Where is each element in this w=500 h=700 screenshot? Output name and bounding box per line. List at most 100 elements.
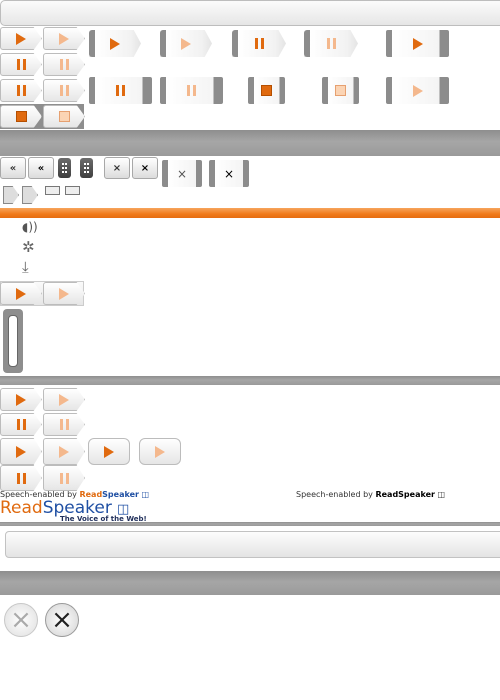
speaker-icon: ◫	[141, 490, 150, 499]
play-button-framed[interactable]	[89, 30, 141, 57]
close-icon: ×	[223, 166, 235, 181]
speech-enabled-credit-right[interactable]: Speech-enabled by ReadSpeaker ◫	[296, 490, 445, 499]
pause-icon	[59, 472, 69, 484]
pause-button-alt-hover[interactable]	[43, 79, 85, 102]
rewind-icon: «	[9, 162, 17, 174]
play-icon	[155, 445, 165, 458]
pause-icon	[59, 85, 69, 96]
footer-bar	[0, 571, 500, 595]
play-button-rounded[interactable]	[88, 438, 130, 465]
play-button-lower-hover[interactable]	[43, 388, 85, 411]
close-icon: ×	[10, 605, 32, 635]
volume-slider-track[interactable]	[8, 315, 18, 367]
pause-button[interactable]	[0, 53, 42, 76]
play-button-boxed[interactable]	[386, 30, 449, 57]
pause-button-framed-light[interactable]	[304, 30, 358, 57]
play-icon	[16, 445, 26, 458]
settings-icon[interactable]: ✲	[22, 239, 35, 255]
play-icon	[16, 393, 26, 406]
drag-handle-icon[interactable]	[80, 158, 93, 178]
close-icon: ×	[140, 162, 150, 174]
pause-icon	[254, 38, 264, 49]
stop-button-boxed-light[interactable]	[322, 77, 359, 104]
player-divider-bar	[0, 130, 500, 156]
stop-button-boxed[interactable]	[248, 77, 285, 104]
play-icon	[110, 37, 120, 50]
close-icon: ×	[51, 605, 73, 635]
pause-button-large[interactable]	[0, 465, 42, 491]
play-icon	[16, 287, 26, 300]
play-icon	[104, 445, 114, 458]
play-icon	[59, 393, 69, 406]
stop-icon	[15, 111, 27, 122]
pause-icon	[187, 85, 196, 96]
pause-button-alt[interactable]	[0, 79, 42, 102]
play-icon	[181, 37, 191, 50]
pause-button-hover[interactable]	[43, 53, 85, 76]
pause-icon	[326, 38, 336, 49]
play-icon	[59, 32, 69, 45]
play-button-strip-hover[interactable]	[43, 282, 85, 305]
stop-icon	[58, 111, 70, 122]
play-icon	[412, 37, 423, 50]
stop-button[interactable]	[0, 105, 42, 128]
play-button-lower[interactable]	[0, 388, 42, 411]
pause-button-framed[interactable]	[232, 30, 286, 57]
stop-button-hover[interactable]	[43, 105, 85, 128]
play-icon	[59, 287, 69, 300]
volume-slider[interactable]	[3, 309, 23, 373]
section-divider	[0, 376, 500, 385]
lower-toolbar-bar	[5, 531, 500, 558]
dotted-arrow-icon	[3, 186, 19, 204]
stop-icon	[261, 85, 272, 96]
speaker-icon: ◫	[437, 490, 446, 499]
rewind-button-hover[interactable]: «	[28, 157, 54, 179]
close-icon: ×	[176, 166, 188, 181]
pause-icon	[116, 85, 125, 96]
pause-button-boxed-light[interactable]	[160, 77, 223, 104]
play-button-boxed-light[interactable]	[386, 77, 449, 104]
close-button-small[interactable]: ×	[104, 157, 130, 179]
pause-icon	[16, 85, 26, 96]
play-icon	[412, 84, 423, 97]
credit-prefix: Speech-enabled by	[296, 490, 373, 499]
drag-handle-icon[interactable]	[58, 158, 71, 178]
volume-icon[interactable]: ◖))	[22, 220, 38, 234]
close-button-round[interactable]: ×	[4, 603, 38, 637]
pause-button-large-hover[interactable]	[43, 465, 85, 491]
logo-text-read: Read	[0, 498, 43, 518]
pause-button-lower-hover[interactable]	[43, 413, 85, 436]
pause-button-boxed[interactable]	[89, 77, 152, 104]
play-button-hover[interactable]	[43, 27, 85, 50]
close-icon: ×	[112, 162, 122, 174]
play-icon	[16, 32, 26, 45]
readspeaker-brand: ReadSpeaker	[375, 490, 435, 499]
play-button[interactable]	[0, 27, 42, 50]
dotted-grip-icon	[65, 186, 80, 195]
lower-section-divider	[0, 522, 500, 526]
play-button-rounded-light[interactable]	[139, 438, 181, 465]
pause-icon	[16, 472, 26, 484]
pause-icon	[59, 419, 69, 430]
rewind-button[interactable]: «	[0, 157, 26, 179]
accent-bar	[0, 208, 500, 218]
dotted-grip-icon	[45, 186, 60, 195]
top-toolbar-bar	[0, 0, 500, 26]
close-button-round-hover[interactable]: ×	[45, 603, 79, 637]
dotted-arrow-icon	[22, 186, 38, 204]
play-button-framed-light[interactable]	[160, 30, 212, 57]
stop-icon	[335, 85, 346, 96]
rewind-icon: «	[37, 162, 45, 174]
close-button-small-hover[interactable]: ×	[132, 157, 158, 179]
pause-icon	[16, 59, 26, 70]
download-icon[interactable]: ⤓	[22, 259, 29, 275]
play-button-strip[interactable]	[0, 282, 42, 305]
play-button-large[interactable]	[0, 438, 42, 465]
pause-button-lower[interactable]	[0, 413, 42, 436]
close-button-framed[interactable]: ×	[162, 160, 202, 187]
close-button-framed-hover[interactable]: ×	[209, 160, 249, 187]
play-button-large-hover[interactable]	[43, 438, 85, 465]
pause-icon	[16, 419, 26, 430]
pause-icon	[59, 59, 69, 70]
play-icon	[59, 445, 69, 458]
